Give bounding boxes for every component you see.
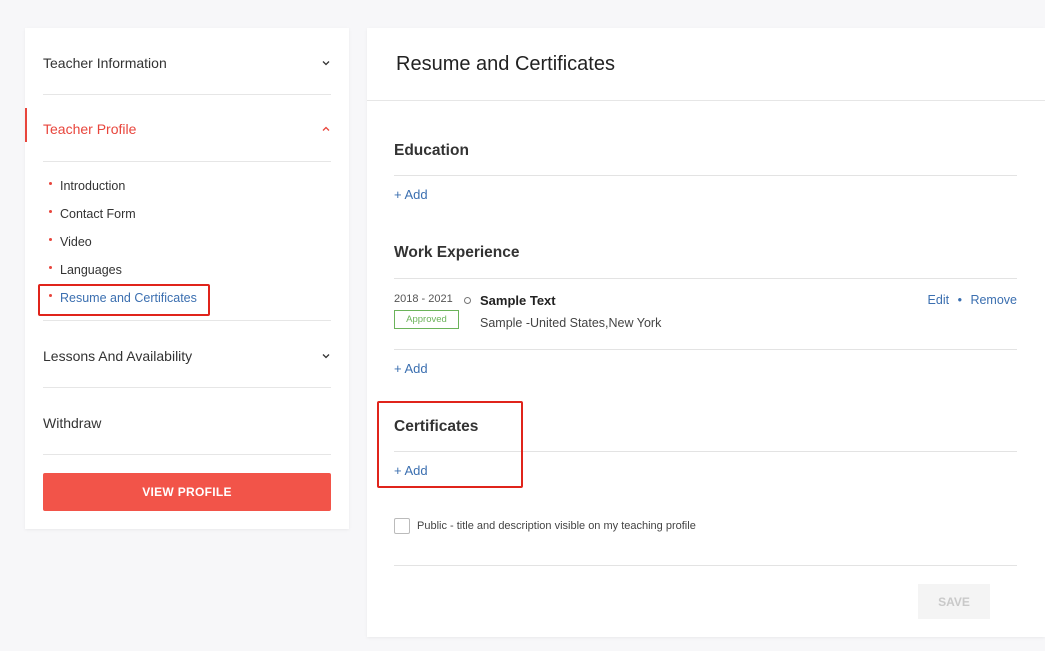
sidebar-section-lessons-and-availability[interactable]: Lessons And Availability — [43, 346, 331, 366]
work-entry-years: 2018 - 2021 — [394, 293, 453, 305]
divider — [394, 349, 1017, 350]
sidebar-section-label: Lessons And Availability — [43, 348, 193, 364]
view-profile-button[interactable]: VIEW PROFILE — [43, 473, 331, 511]
divider — [367, 100, 1045, 101]
education-heading: Education — [394, 142, 469, 159]
divider — [394, 175, 1017, 176]
separator: • — [957, 293, 962, 307]
sidebar-item-label: Introduction — [60, 179, 126, 193]
work-entry-actions: Edit • Remove — [928, 293, 1017, 307]
edit-link[interactable]: Edit — [928, 293, 950, 307]
bullet-icon — [49, 237, 52, 241]
divider — [394, 565, 1017, 566]
sidebar-section-withdraw[interactable]: Withdraw — [43, 413, 331, 433]
divider — [43, 454, 331, 455]
chevron-up-icon — [321, 124, 331, 134]
sidebar-section-teacher-profile[interactable]: Teacher Profile — [43, 119, 331, 139]
add-education-link[interactable]: + Add — [394, 187, 428, 202]
divider — [394, 278, 1017, 279]
public-checkbox-label: Public - title and description visible o… — [417, 520, 696, 532]
sidebar-section-teacher-information[interactable]: Teacher Information — [43, 53, 331, 73]
sidebar-item-video[interactable]: Video — [49, 235, 92, 249]
add-work-experience-link[interactable]: + Add — [394, 361, 428, 376]
sidebar-item-label: Languages — [60, 263, 122, 277]
sidebar-item-label: Contact Form — [60, 207, 136, 221]
timeline-dot-icon — [464, 297, 471, 304]
sidebar-item-contact-form[interactable]: Contact Form — [49, 207, 136, 221]
sidebar-section-label: Teacher Information — [43, 55, 167, 71]
status-badge: Approved — [394, 310, 459, 329]
sidebar-section-label: Teacher Profile — [43, 121, 137, 137]
divider — [43, 94, 331, 95]
bullet-icon — [49, 265, 52, 269]
remove-link[interactable]: Remove — [970, 293, 1017, 307]
bullet-icon — [49, 209, 52, 213]
highlight-box — [377, 401, 523, 488]
public-checkbox[interactable] — [394, 518, 410, 534]
chevron-down-icon — [321, 351, 331, 361]
sidebar-item-label: Video — [60, 235, 92, 249]
page-title: Resume and Certificates — [396, 53, 615, 75]
work-entry-subtitle: Sample -United States,New York — [480, 316, 662, 330]
divider — [43, 387, 331, 388]
bullet-icon — [49, 181, 52, 185]
highlight-box — [38, 284, 210, 316]
chevron-down-icon — [321, 58, 331, 68]
sidebar: Teacher Information Teacher Profile Intr… — [25, 28, 349, 529]
save-button[interactable]: SAVE — [918, 584, 990, 619]
active-indicator — [25, 108, 27, 142]
divider — [43, 161, 331, 162]
sidebar-item-introduction[interactable]: Introduction — [49, 179, 125, 193]
work-experience-heading: Work Experience — [394, 244, 520, 261]
sidebar-item-languages[interactable]: Languages — [49, 263, 122, 277]
divider — [43, 320, 331, 321]
main-panel: Resume and Certificates Education + Add … — [367, 28, 1045, 637]
work-entry-title: Sample Text — [480, 293, 556, 308]
sidebar-section-label: Withdraw — [43, 415, 102, 431]
